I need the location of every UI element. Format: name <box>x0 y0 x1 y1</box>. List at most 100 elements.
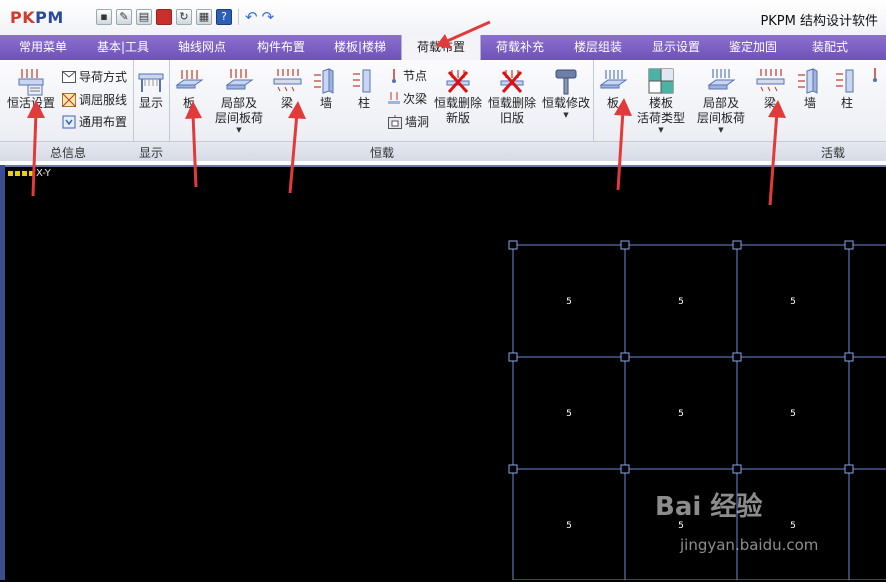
undo-icon[interactable]: ↶ <box>245 9 258 25</box>
slab-load-value: 5 <box>678 297 684 307</box>
tab-display-settings[interactable]: 显示设置 <box>637 35 715 60</box>
tab-axis-grid[interactable]: 轴线网点 <box>163 35 241 60</box>
dead-column-load-button[interactable]: 柱 <box>348 66 380 111</box>
live-wall-load-icon <box>798 68 818 94</box>
dead-load-modify-button[interactable]: 恒载修改 ▼ <box>540 66 592 119</box>
tab-load-layout[interactable]: 荷载布置 <box>401 35 481 60</box>
tab-member-layout[interactable]: 构件布置 <box>242 35 320 60</box>
slab-load-value: 5 <box>678 409 684 419</box>
title-bar: PKPM ▪ ✎ ▤ ↻ ▦ ? ↶ ↷ PKPM 结构设计软件 <box>0 0 886 36</box>
tab-basic-tools[interactable]: 基本|工具 <box>84 35 162 60</box>
adjust-yield-line-button[interactable]: 调屈服线 <box>62 91 127 108</box>
ribbon-group-label-bar: 总信息 显示 恒载 活载 <box>0 141 886 161</box>
dead-node-load-button[interactable]: 节点 <box>388 67 427 84</box>
config-icon[interactable]: ▦ <box>196 9 212 25</box>
grid-node <box>732 464 742 474</box>
dead-live-settings-label: 恒活设置 <box>6 96 55 110</box>
live-node-load-icon <box>873 68 877 82</box>
live-beam-load-button[interactable]: 梁 <box>752 66 788 111</box>
grid-node <box>732 352 742 362</box>
save-as-icon[interactable]: ✎ <box>116 9 132 25</box>
wall-load-icon <box>314 68 334 94</box>
redo-icon[interactable]: ↷ <box>262 9 275 25</box>
dead-load-delete-old-button[interactable]: 恒载删除 旧版 <box>486 66 538 126</box>
grid-node <box>620 464 630 474</box>
live-load-type-icon <box>648 68 674 94</box>
slab-live-load-type-button[interactable]: 楼板 活荷类型 ▼ <box>634 66 688 134</box>
group-label-general-info: 总信息 <box>50 146 87 160</box>
help-icon[interactable]: ? <box>216 9 232 25</box>
delete-load-old-icon <box>500 70 524 94</box>
delete-load-new-icon <box>446 70 470 94</box>
slab-load-value: 5 <box>790 521 796 531</box>
slab-load-icon <box>175 70 204 89</box>
node-load-icon <box>392 68 396 83</box>
general-layout-button[interactable]: 通用布置 <box>62 113 127 130</box>
display-label: 显示 <box>138 96 163 110</box>
dead-slab-label: 板 <box>182 96 195 110</box>
slab-load-value: 5 <box>566 521 572 531</box>
group-label-display: 显示 <box>139 146 164 160</box>
slab-load-value: 5 <box>566 297 572 307</box>
live-node-load-button[interactable] <box>870 68 880 82</box>
grid-node <box>732 240 742 250</box>
dead-live-settings-button[interactable]: 恒活设置 <box>4 66 58 111</box>
dead-slab-load-button[interactable]: 板 <box>172 66 206 111</box>
hammer-icon <box>555 69 577 95</box>
envelope-icon <box>62 70 76 83</box>
dropdown-arrow-icon: ▼ <box>236 126 242 134</box>
tab-load-supplement[interactable]: 荷载补充 <box>481 35 559 60</box>
dead-wall-opening-load-button[interactable]: 墙洞 <box>388 113 429 130</box>
dead-live-settings-icon <box>18 69 44 96</box>
live-beam-load-icon <box>756 69 785 92</box>
app-title: PKPM 结构设计软件 <box>760 14 878 29</box>
grid-node <box>844 464 854 474</box>
slab-load-value: 5 <box>566 409 572 419</box>
wall-opening-icon <box>388 114 402 129</box>
dead-load-delete-new-button[interactable]: 恒载删除 新版 <box>432 66 484 126</box>
save-icon[interactable]: ▪ <box>96 9 112 25</box>
load-transfer-button[interactable]: 导荷方式 <box>62 68 127 85</box>
grid-node <box>620 240 630 250</box>
dead-local-slab-load-button[interactable]: 局部及 层间板荷 ▼ <box>212 66 266 134</box>
group-label-live-load: 活载 <box>821 146 846 160</box>
slab-load-value: 5 <box>790 409 796 419</box>
live-wall-load-button[interactable]: 墙 <box>794 66 826 111</box>
tab-floor-assembly[interactable]: 楼层组装 <box>559 35 637 60</box>
live-slab-load-icon <box>599 70 628 89</box>
live-local-slab-load-button[interactable]: 局部及 层间板荷 ▼ <box>694 66 748 134</box>
grid-node <box>844 352 854 362</box>
general-layout-icon <box>62 115 76 128</box>
live-local-slab-load-icon <box>707 69 736 90</box>
toolbar-separator <box>238 9 239 25</box>
dwg-icon[interactable] <box>156 9 172 25</box>
dropdown-arrow-icon: ▼ <box>563 111 569 119</box>
secondary-beam-load-icon <box>388 91 400 104</box>
grid-node <box>620 352 630 362</box>
dead-wall-load-button[interactable]: 墙 <box>310 66 342 111</box>
print-icon[interactable]: ▤ <box>136 9 152 25</box>
ribbon-tab-bar: 常用菜单 基本|工具 轴线网点 构件布置 楼板|楼梯 荷载布置 荷载补充 楼层组… <box>0 35 886 60</box>
display-button[interactable]: 显示 <box>136 66 166 111</box>
tab-appraisal-reinforcement[interactable]: 鉴定加固 <box>714 35 792 60</box>
display-table-icon <box>138 73 164 92</box>
live-column-load-button[interactable]: 柱 <box>832 66 862 111</box>
pkpm-logo: PKPM <box>10 8 64 27</box>
tab-slab-stair[interactable]: 楼板|楼梯 <box>321 35 399 60</box>
dead-secondary-beam-load-button[interactable]: 次梁 <box>388 90 427 107</box>
refresh-icon[interactable]: ↻ <box>176 9 192 25</box>
beam-load-icon <box>273 69 302 92</box>
tab-prefabricated[interactable]: 装配式 <box>791 35 869 60</box>
grid-node <box>508 464 518 474</box>
dead-beam-load-button[interactable]: 梁 <box>270 66 304 111</box>
live-slab-load-button[interactable]: 板 <box>596 66 630 111</box>
column-load-icon <box>353 69 371 93</box>
local-slab-load-icon <box>225 69 254 90</box>
dropdown-arrow-icon: ▼ <box>658 126 664 134</box>
grid-node <box>844 240 854 250</box>
quick-access-toolbar: ▪ ✎ ▤ ↻ ▦ ? ↶ ↷ <box>96 9 274 25</box>
tab-common-menu[interactable]: 常用菜单 <box>4 35 82 60</box>
grid-node <box>508 352 518 362</box>
baidu-watermark: Bai 经验 jingyan.baidu.com <box>655 492 819 554</box>
group-label-dead-load: 恒载 <box>370 146 395 160</box>
